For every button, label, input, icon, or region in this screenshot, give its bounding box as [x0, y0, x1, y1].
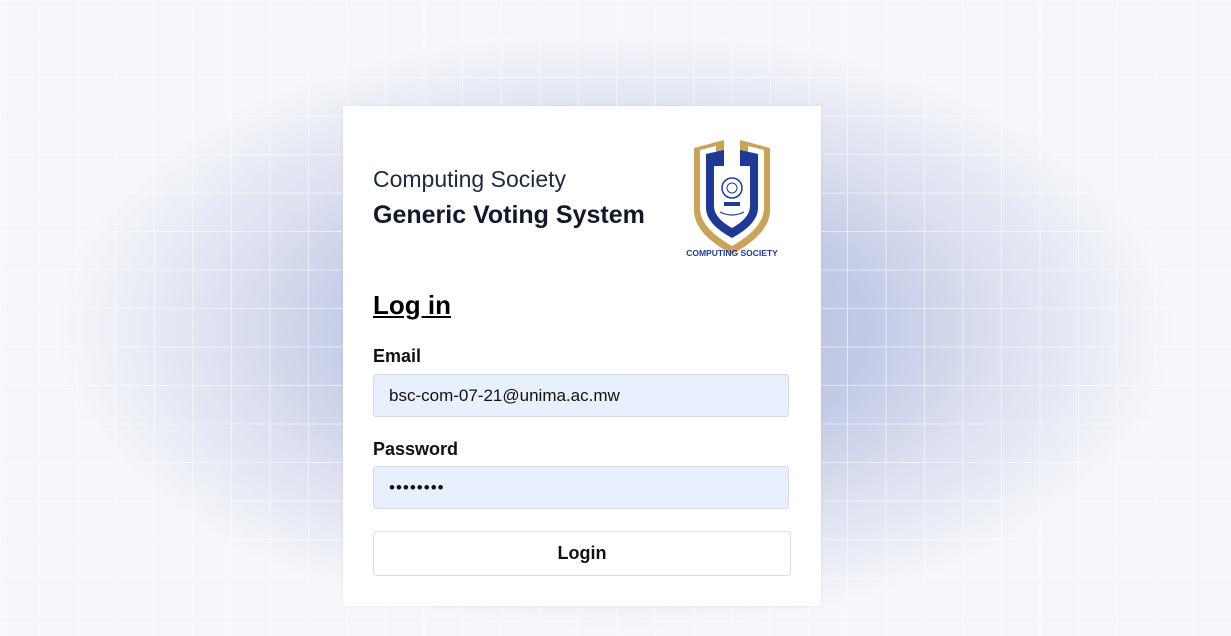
password-label: Password	[373, 439, 459, 459]
logo-caption: COMPUTING SOCIETY	[686, 248, 778, 258]
login-button[interactable]: Login	[373, 531, 791, 576]
app-title: Generic Voting System	[373, 201, 645, 229]
email-label: Email	[373, 346, 422, 366]
header-text: Computing Society Generic Voting System	[373, 164, 645, 232]
login-card: Computing Society Generic Voting System …	[343, 106, 821, 606]
password-field[interactable]	[373, 466, 789, 509]
email-field[interactable]	[373, 374, 789, 417]
organization-name: Computing Society	[373, 166, 567, 192]
login-heading: Log in	[373, 290, 451, 320]
computing-society-logo: COMPUTING SOCIETY	[686, 140, 778, 258]
